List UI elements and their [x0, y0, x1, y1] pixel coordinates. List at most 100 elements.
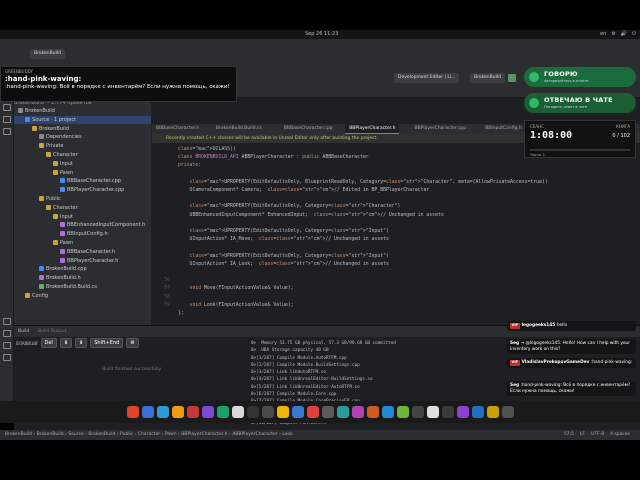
- tree-item[interactable]: BrokenBuild: [14, 125, 151, 133]
- chat-username[interactable]: legogeeks145: [522, 323, 557, 328]
- code-line[interactable]: private:: [178, 162, 201, 170]
- editor-tab[interactable]: BrokenBuild.Build.cs: [212, 124, 266, 134]
- tray-item[interactable]: 🔊: [621, 30, 627, 39]
- tree-item[interactable]: Pawn: [14, 169, 151, 177]
- terminal-tool-icon[interactable]: [3, 330, 11, 337]
- taskbar-app-icon[interactable]: [366, 406, 379, 418]
- taskbar-app-icon[interactable]: [351, 406, 364, 418]
- tree-item[interactable]: BBInputConfig.h: [14, 230, 151, 238]
- run-target-selector[interactable]: BrokenBuild: [470, 73, 505, 83]
- taskbar-app-icon[interactable]: [171, 406, 184, 418]
- taskbar-app-icon[interactable]: [186, 406, 199, 418]
- taskbar-app-icon[interactable]: [486, 406, 499, 418]
- taskbar-app-icon[interactable]: [291, 406, 304, 418]
- tree-item[interactable]: BBEnhancedInputComponent.h: [14, 221, 151, 229]
- code-area[interactable]: class="mac">UCLASS() class BROKENBUILD_AP…: [152, 146, 640, 324]
- taskbar-app-icon[interactable]: [156, 406, 169, 418]
- problems-tool-icon[interactable]: [3, 342, 11, 349]
- editor-tab[interactable]: BBPlayerCharacter.cpp: [411, 124, 471, 134]
- project-selector[interactable]: BrokenBuild: [30, 49, 65, 59]
- tray-item[interactable]: ⏻: [632, 30, 636, 39]
- taskbar-app-icon[interactable]: [141, 406, 154, 418]
- tree-item[interactable]: BBPlayerCharacter.h: [14, 257, 151, 265]
- taskbar-app-icon[interactable]: [216, 406, 229, 418]
- taskbar-app-icon[interactable]: [441, 406, 454, 418]
- tree-item[interactable]: Public: [14, 195, 151, 203]
- code-line[interactable]: UInputAction* IA_Move; class=class="str"…: [178, 236, 389, 244]
- chat-username[interactable]: VladislavPrekopovGameDev: [522, 360, 591, 365]
- tree-item[interactable]: Dependencies: [14, 133, 151, 141]
- configuration-selector[interactable]: Development Editor | Li...: [394, 73, 460, 83]
- tree-item[interactable]: Config: [14, 292, 151, 300]
- build-tool-icon[interactable]: [3, 318, 11, 325]
- status-item[interactable]: LF: [580, 430, 585, 440]
- editor-tab[interactable]: BBBaseCharacter.cpp: [280, 124, 337, 134]
- editor-tab[interactable]: BBBaseCharacter.h: [152, 124, 203, 134]
- status-breadcrumb[interactable]: BrokenBuild › BrokenBuild › Source › Bro…: [5, 430, 293, 440]
- tree-item[interactable]: BBBaseCharacter.h: [14, 248, 151, 256]
- git-tool-icon[interactable]: [3, 354, 11, 361]
- tab-build-output[interactable]: Build Output: [38, 326, 66, 337]
- tree-item[interactable]: BBPlayerCharacter.cpp: [14, 186, 151, 194]
- taskbar-app-icon[interactable]: [381, 406, 394, 418]
- taskbar-app-icon[interactable]: [231, 406, 244, 418]
- tree-item[interactable]: BBBaseCharacter.cpp: [14, 177, 151, 185]
- code-line[interactable]: UCameraComponent* Camera; class=class="s…: [178, 187, 430, 195]
- editor-tab[interactable]: BBInputConfig.h: [481, 124, 526, 134]
- tree-item[interactable]: Character: [14, 151, 151, 159]
- project-tool-icon[interactable]: [3, 104, 11, 111]
- tree-item[interactable]: BrokenBuild.cpp: [14, 265, 151, 273]
- code-line[interactable]: void Move(FInputActionValue& Value);: [178, 285, 294, 293]
- code-line[interactable]: class BROKENBUILD_API ABBPlayerCharacter…: [178, 154, 369, 162]
- taskbar-app-icon[interactable]: [126, 406, 139, 418]
- taskbar-app-icon[interactable]: [306, 406, 319, 418]
- tree-item[interactable]: Input: [14, 213, 151, 221]
- tree-item[interactable]: Pawn: [14, 239, 151, 247]
- run-icon[interactable]: [508, 74, 516, 82]
- tree-item[interactable]: Character: [14, 204, 151, 212]
- structure-tool-icon[interactable]: [3, 128, 11, 135]
- status-item[interactable]: UTF-8: [591, 430, 604, 440]
- tray-item[interactable]: ⚙: [611, 30, 615, 39]
- tree-item[interactable]: Source · 1 project: [14, 115, 151, 124]
- code-line[interactable]: void Look(FInputActionValue& Value);: [178, 302, 294, 310]
- status-item[interactable]: 57:5: [564, 430, 574, 440]
- commit-tool-icon[interactable]: [3, 116, 11, 123]
- code-line[interactable]: UBBEnhancedInputComponent* EnhancedInput…: [178, 212, 444, 220]
- taskbar-app-icon[interactable]: [336, 406, 349, 418]
- code-line[interactable]: class="mac">UPROPERTY(EditDefaultsOnly, …: [178, 203, 401, 211]
- system-tray[interactable]: en ⚙ 🔊 ⏻: [600, 30, 636, 39]
- taskbar-app-icon[interactable]: [276, 406, 289, 418]
- tree-item[interactable]: BrokenBuild.h: [14, 274, 151, 282]
- tree-item[interactable]: BrokenBuild.Build.cs: [14, 283, 151, 291]
- code-line[interactable]: class="mac">UPROPERTY(EditDefaultsOnly, …: [178, 253, 389, 261]
- taskbar-app-icon[interactable]: [261, 406, 274, 418]
- taskbar-app-icon[interactable]: [411, 406, 424, 418]
- system-clock[interactable]: Sep 26 11:23: [305, 30, 338, 39]
- status-item[interactable]: 4 spaces: [610, 430, 630, 440]
- file-icon: [60, 231, 65, 237]
- chat-username[interactable]: Seg: [510, 341, 521, 346]
- code-line[interactable]: class="mac">UCLASS(): [178, 146, 236, 154]
- code-line[interactable]: UInputAction* IA_Look; class=class="str"…: [178, 261, 389, 269]
- taskbar-app-icon[interactable]: [396, 406, 409, 418]
- taskbar-app-icon[interactable]: [471, 406, 484, 418]
- file-icon: [39, 134, 44, 140]
- taskbar-app-icon[interactable]: [321, 406, 334, 418]
- tree-item[interactable]: BrokenBuild: [14, 107, 151, 115]
- taskbar-app-icon[interactable]: [456, 406, 469, 418]
- tab-build[interactable]: Build: [18, 326, 29, 337]
- chat-answer-sub: Погодите, ответ в чате: [544, 105, 587, 109]
- tree-item[interactable]: Private: [14, 142, 151, 150]
- taskbar-app-icon[interactable]: [246, 406, 259, 418]
- taskbar-app-icon[interactable]: [501, 406, 514, 418]
- taskbar-app-icon[interactable]: [426, 406, 439, 418]
- code-line[interactable]: };: [178, 310, 184, 318]
- taskbar-app-icon[interactable]: [201, 406, 214, 418]
- editor-tab[interactable]: BBPlayerCharacter.h: [345, 124, 400, 134]
- tray-item[interactable]: en: [600, 30, 606, 39]
- code-line[interactable]: class="mac">UPROPERTY(EditDefaultsOnly, …: [178, 228, 389, 236]
- code-line[interactable]: class="mac">UPROPERTY(EditDefaultsOnly, …: [178, 179, 548, 187]
- chat-username[interactable]: Seg: [510, 383, 521, 388]
- tree-item[interactable]: Input: [14, 160, 151, 168]
